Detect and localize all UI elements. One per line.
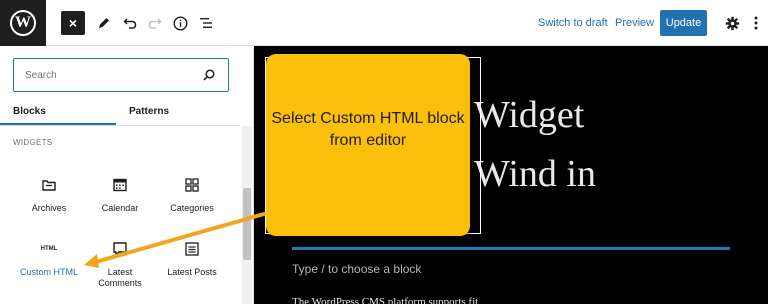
close-inserter-button[interactable]: × [61, 11, 85, 35]
heading-text-line-2[interactable]: Wind in [474, 152, 596, 196]
search-placeholder: Search [25, 70, 57, 81]
tab-blocks[interactable]: Blocks [13, 106, 46, 117]
paragraph-text[interactable]: The WordPress CMS platform supports fit [292, 296, 478, 304]
html-icon: HTML [40, 246, 58, 252]
details-info-button[interactable] [168, 11, 192, 35]
block-custom-html[interactable]: HTML Custom HTML [16, 240, 82, 278]
switch-to-draft-link[interactable]: Switch to draft [538, 17, 608, 29]
preview-link[interactable]: Preview [615, 17, 654, 29]
block-calendar[interactable]: Calendar [87, 176, 153, 214]
block-search-input[interactable]: Search [13, 58, 229, 92]
block-label: Archives [31, 203, 67, 213]
widgets-section-title: WIDGETS [13, 138, 53, 147]
pencil-icon [99, 18, 109, 28]
tools-pencil-button[interactable] [92, 11, 116, 35]
block-label: Latest Posts [167, 267, 217, 277]
wordpress-logo-button[interactable]: W [0, 0, 46, 46]
settings-button[interactable] [720, 11, 744, 35]
block-latest-comments[interactable]: Latest Comments [87, 240, 153, 289]
block-appender-placeholder[interactable]: Type / to choose a block [292, 262, 421, 276]
tutorial-callout: Select Custom HTML block from editor [266, 54, 470, 236]
update-button[interactable]: Update [660, 10, 707, 36]
block-label: Calendar [101, 203, 139, 213]
archive-icon [42, 180, 56, 191]
undo-button[interactable] [118, 11, 142, 35]
tab-divider [0, 125, 240, 126]
block-label: Latest Comments [98, 267, 142, 288]
block-inserter-panel: Search Blocks Patterns WIDGETS Archives … [0, 46, 254, 304]
posts-list-icon [185, 242, 199, 256]
block-archives[interactable]: Archives [16, 176, 82, 214]
list-view-icon [199, 18, 212, 28]
redo-icon [148, 18, 162, 29]
comment-icon [113, 242, 127, 257]
more-vertical-icon [754, 16, 758, 30]
search-icon [203, 69, 215, 81]
calendar-icon [113, 178, 127, 192]
redo-button[interactable] [143, 11, 167, 35]
gear-icon [725, 16, 739, 30]
heading-text-line-1[interactable]: Widget [474, 93, 584, 137]
block-label: Categories [170, 203, 214, 213]
editor-top-toolbar: W × Switch to draft Preview Update [0, 0, 768, 46]
separator-rule [292, 247, 730, 250]
callout-text: Select Custom HTML block from editor [271, 110, 465, 149]
block-categories[interactable]: Categories [159, 176, 225, 214]
info-icon [172, 15, 188, 31]
block-latest-posts[interactable]: Latest Posts [159, 240, 225, 278]
wordpress-logo-icon: W [10, 10, 36, 36]
categories-icon [185, 178, 199, 192]
block-label: Custom HTML [19, 267, 78, 277]
tab-patterns[interactable]: Patterns [129, 106, 169, 117]
undo-icon [123, 18, 137, 29]
inserter-scrollbar-thumb[interactable] [243, 188, 251, 260]
list-view-button[interactable] [194, 11, 218, 35]
options-button[interactable] [744, 11, 768, 35]
